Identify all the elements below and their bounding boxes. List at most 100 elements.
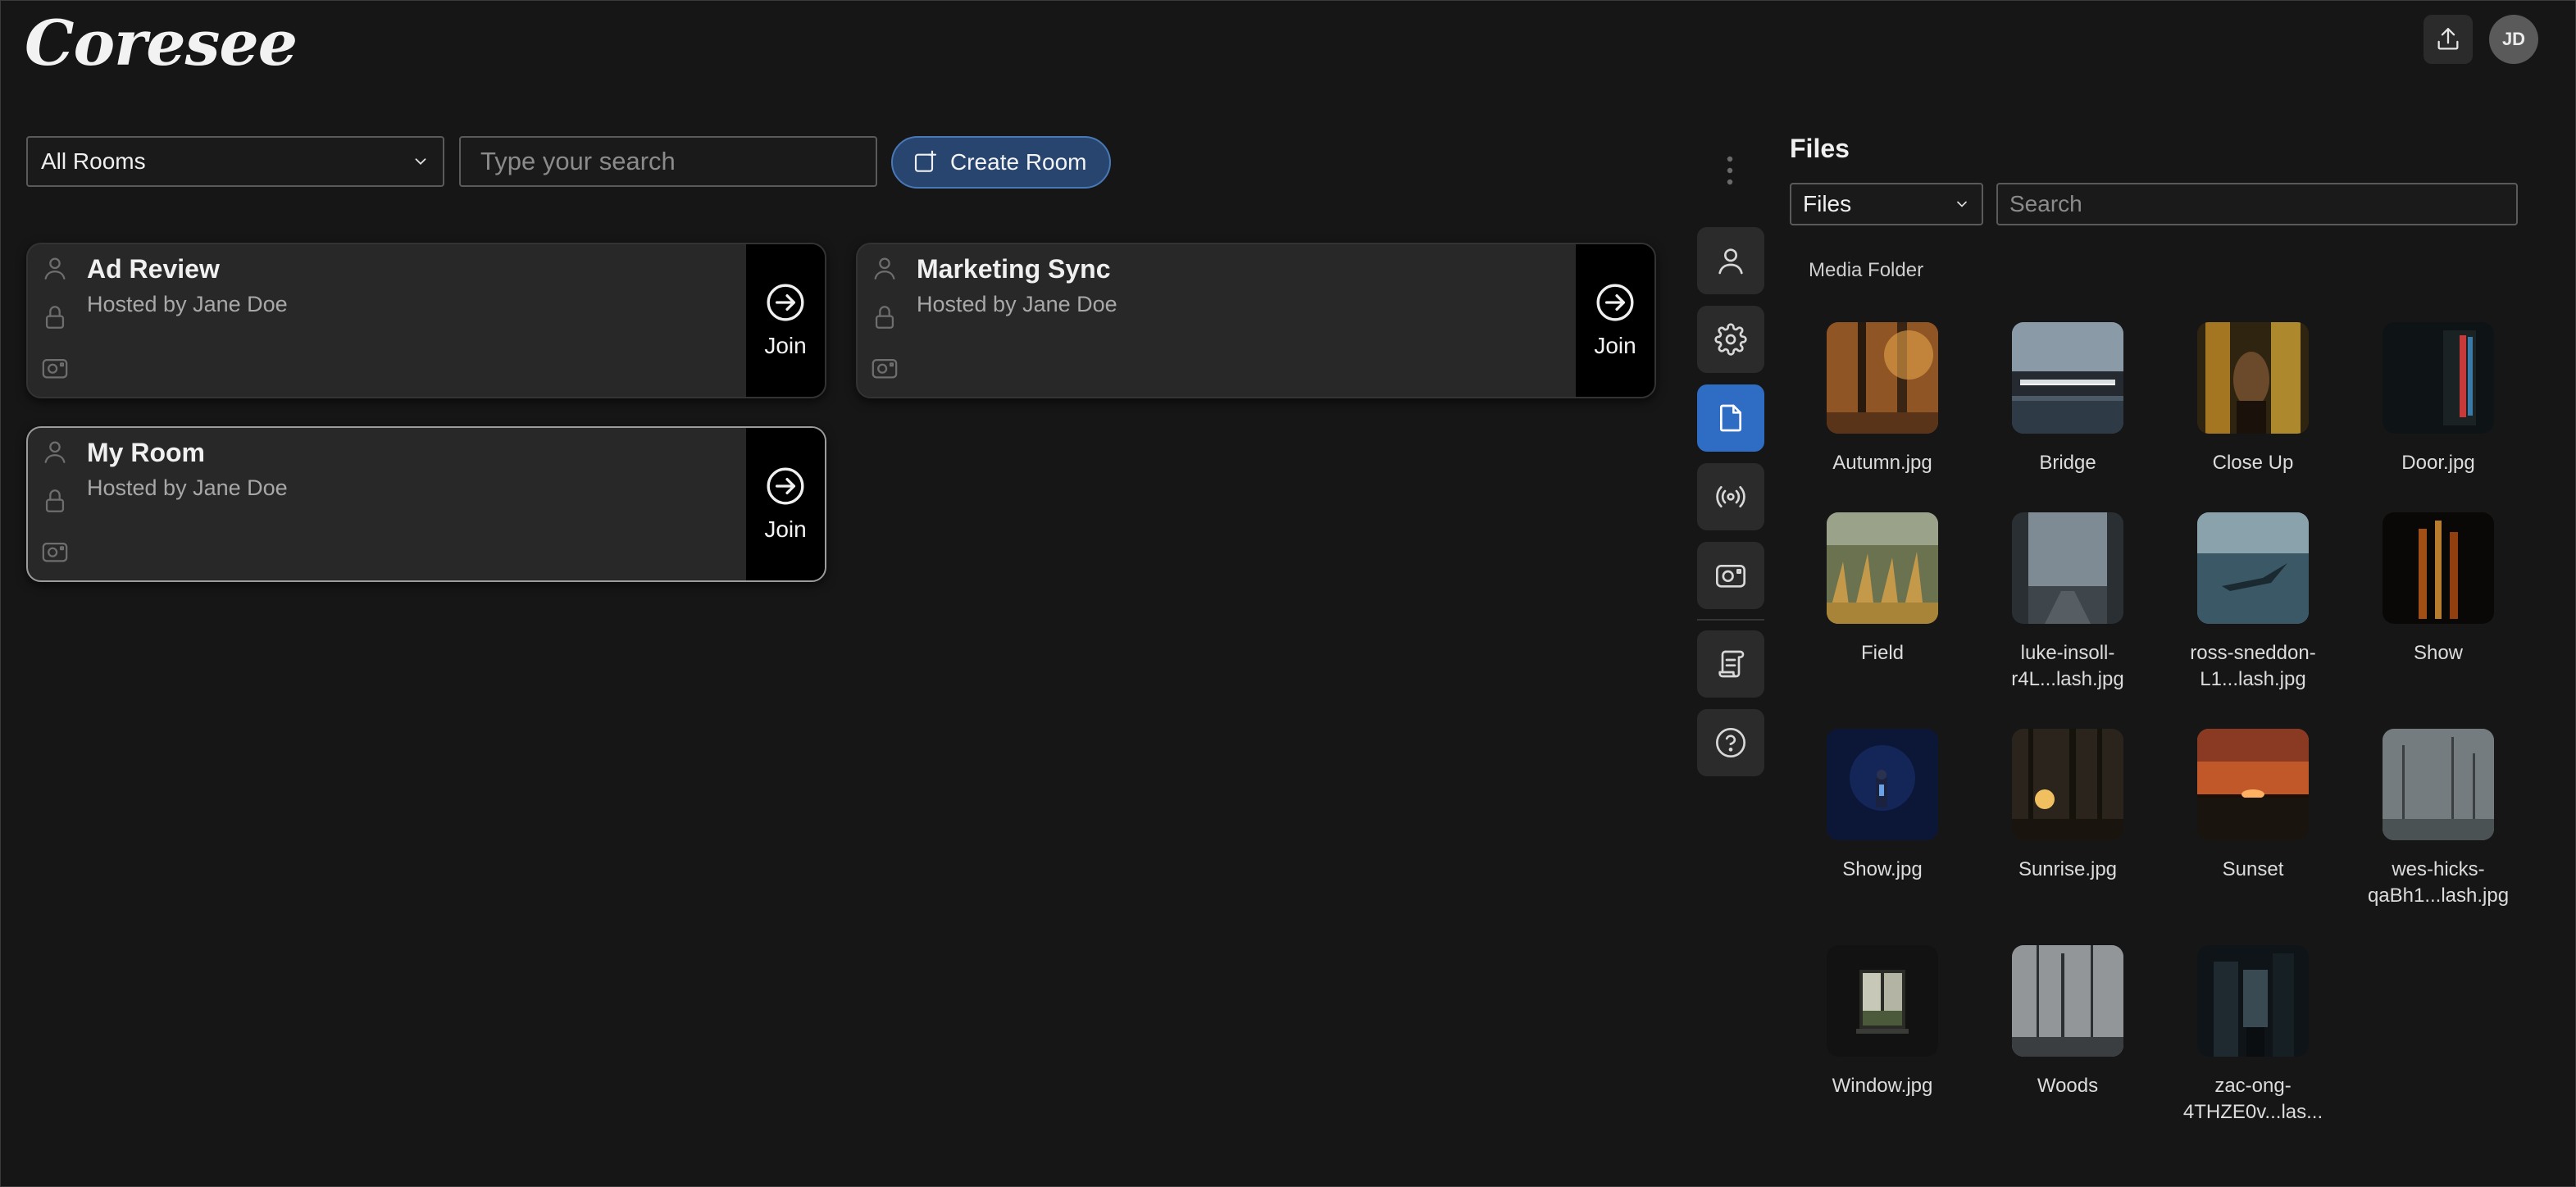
join-arrow-icon [767, 284, 804, 321]
room-card[interactable]: Marketing Sync Hosted by Jane Doe Join [856, 243, 1656, 398]
thumbnail-image [2012, 729, 2123, 840]
room-card-icons [41, 254, 71, 393]
room-search-input[interactable] [459, 136, 877, 187]
media-name-line1: luke-insoll- [2020, 642, 2115, 664]
more-options-button[interactable] [1722, 154, 1738, 191]
join-label: Join [764, 333, 807, 358]
thumbnail-image [1827, 729, 1938, 840]
more-vertical-icon [1727, 156, 1733, 185]
thumbnail-image [2197, 322, 2309, 434]
media-tile[interactable]: Window.jpg [1790, 945, 1975, 1099]
media-tile[interactable]: Bridge [1975, 322, 2160, 476]
media-tile[interactable]: Field [1790, 512, 1975, 666]
join-button[interactable]: Join [746, 428, 825, 580]
join-arrow-icon [767, 467, 804, 505]
media-tile[interactable]: Sunset [2160, 729, 2346, 883]
rail-camera-button[interactable] [1697, 542, 1764, 609]
media-name-line1: Field [1860, 642, 1905, 664]
rail-file-button[interactable] [1697, 384, 1764, 452]
room-card[interactable]: My Room Hosted by Jane Doe Join [26, 426, 826, 582]
thumbnail-image [2012, 512, 2123, 624]
media-name-line1: Sunset [2222, 858, 2284, 880]
rail-help-button[interactable] [1697, 709, 1764, 776]
media-tile[interactable]: wes-hicks- qaBh1...lash.jpg [2346, 729, 2531, 909]
room-title: Ad Review [87, 254, 220, 284]
media-name: zac-ong- 4THZE0v...las... [2160, 1073, 2346, 1126]
media-tile[interactable]: Sunrise.jpg [1975, 729, 2160, 883]
media-tile[interactable]: ross-sneddon- L1...lash.jpg [2160, 512, 2346, 693]
media-thumbnail [2197, 945, 2309, 1057]
join-button[interactable]: Join [746, 244, 825, 397]
media-thumbnail [2012, 729, 2123, 840]
room-card[interactable]: Ad Review Hosted by Jane Doe Join [26, 243, 826, 398]
create-room-label: Create Room [950, 149, 1087, 175]
media-name: Show [2346, 640, 2531, 666]
media-tile[interactable]: Woods [1975, 945, 2160, 1099]
join-arrow-icon [1596, 284, 1634, 321]
media-tile[interactable]: luke-insoll- r4L...lash.jpg [1975, 512, 2160, 693]
media-thumbnail [2383, 322, 2494, 434]
media-name: Bridge [1975, 450, 2160, 476]
media-name: Sunrise.jpg [1975, 857, 2160, 883]
media-name: Window.jpg [1790, 1073, 1975, 1099]
media-thumbnail [1827, 729, 1938, 840]
media-tile[interactable]: Show [2346, 512, 2531, 666]
thumbnail-image [2383, 729, 2494, 840]
media-tile[interactable]: zac-ong- 4THZE0v...las... [2160, 945, 2346, 1126]
media-tile[interactable]: Door.jpg [2346, 322, 2531, 476]
camera-icon [1716, 565, 1745, 588]
chevron-down-icon [415, 158, 426, 166]
media-name-line2: 4THZE0v...las... [2182, 1101, 2323, 1123]
join-label: Join [1594, 333, 1636, 358]
media-name-line1: Window.jpg [1832, 1075, 1933, 1097]
room-title: My Room [87, 438, 205, 467]
media-thumbnail [2383, 512, 2494, 624]
camera-icon [872, 358, 898, 379]
thumbnail-image [1827, 322, 1938, 434]
media-thumbnail [1827, 512, 1938, 624]
camera-icon-wrap [871, 354, 899, 386]
thumbnail-image [2012, 322, 2123, 434]
media-name: Sunset [2160, 857, 2346, 883]
room-filter-select[interactable]: All Rooms [26, 136, 444, 187]
thumbnail-image [2383, 322, 2494, 434]
rail-broadcast-button[interactable] [1697, 463, 1764, 530]
lock-icon [45, 489, 65, 512]
create-room-button[interactable]: Create Room [891, 136, 1111, 189]
rail-user-button[interactable] [1697, 227, 1764, 294]
media-name: Close Up [2160, 450, 2346, 476]
lock-icon [45, 306, 65, 329]
host-icon-wrap [41, 254, 69, 286]
room-filter-value: All Rooms [41, 148, 146, 174]
broadcast-icon [1716, 486, 1745, 507]
media-tile[interactable]: Close Up [2160, 322, 2346, 476]
join-button[interactable]: Join [1576, 244, 1654, 397]
room-card-icons [41, 438, 71, 577]
lock-icon-wrap [41, 303, 69, 335]
media-name: Field [1790, 640, 1975, 666]
room-host: Hosted by Jane Doe [87, 292, 288, 316]
media-thumbnail [2012, 322, 2123, 434]
lock-icon [875, 306, 894, 329]
media-thumbnail [2012, 945, 2123, 1057]
media-thumbnail [1827, 322, 1938, 434]
thumbnail-image [2383, 512, 2494, 624]
media-name: Show.jpg [1790, 857, 1975, 883]
media-name-line1: ross-sneddon- [2190, 642, 2316, 664]
host-icon-wrap [41, 438, 69, 470]
rail-gear-button[interactable] [1697, 306, 1764, 373]
media-tile[interactable]: Autumn.jpg [1790, 322, 1975, 476]
media-name-line1: Door.jpg [2401, 452, 2475, 474]
user-icon [1718, 248, 1743, 275]
media-name: ross-sneddon- L1...lash.jpg [2160, 640, 2346, 693]
media-name: Woods [1975, 1073, 2160, 1099]
camera-icon [42, 542, 68, 562]
media-name: Door.jpg [2346, 450, 2531, 476]
create-room-icon [914, 150, 937, 172]
rail-scroll-button[interactable] [1697, 630, 1764, 698]
side-rail [1697, 227, 1764, 788]
media-tile[interactable]: Show.jpg [1790, 729, 1975, 883]
media-grid: Autumn.jpg Bridge Close Up Door.jpg Fiel [1790, 0, 2528, 1187]
media-name-line2: L1...lash.jpg [2200, 668, 2306, 690]
media-name-line1: Show [2413, 642, 2464, 664]
